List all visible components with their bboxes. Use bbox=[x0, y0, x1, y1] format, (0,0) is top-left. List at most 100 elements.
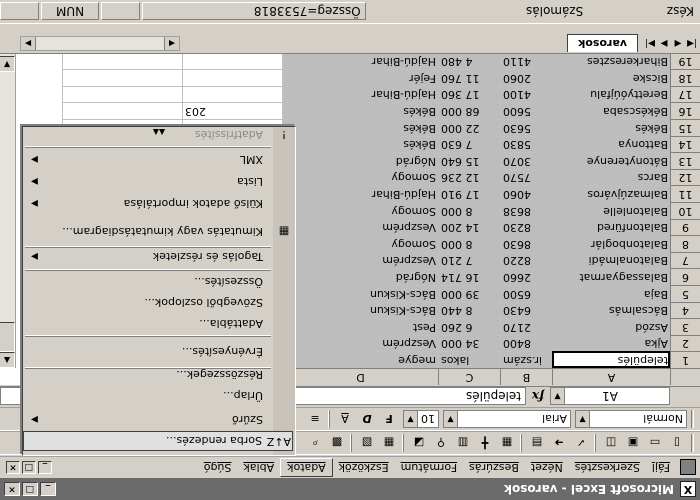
row-header[interactable]: 11 bbox=[670, 185, 700, 202]
workbook-minimize-button[interactable]: _ bbox=[38, 461, 52, 474]
next-sheet-icon[interactable]: ▶ bbox=[658, 37, 670, 51]
cell-a[interactable]: Battonya bbox=[552, 135, 670, 153]
scroll-right-icon[interactable]: ▶ bbox=[21, 37, 36, 50]
menu-item-0[interactable]: Sorba rendezés... bbox=[23, 431, 293, 451]
cell-d[interactable]: Fejér bbox=[282, 69, 438, 86]
chevron-down-icon[interactable]: ▼ bbox=[576, 411, 590, 427]
cell-a[interactable]: Ajka bbox=[552, 334, 670, 352]
row-header[interactable]: 3 bbox=[670, 318, 700, 335]
cell-d[interactable]: Nógrád bbox=[282, 268, 438, 285]
cell-c[interactable]: 34 000 bbox=[438, 334, 500, 352]
menu-item-12[interactable]: XML ▶ bbox=[23, 149, 273, 169]
cell-a[interactable]: Békéscsaba bbox=[552, 102, 670, 119]
row-header[interactable]: 14 bbox=[670, 135, 700, 153]
menu-tools[interactable]: Eszközök bbox=[333, 459, 395, 476]
minimize-button[interactable]: _ bbox=[40, 482, 56, 496]
cell-b[interactable]: 2060 bbox=[500, 69, 552, 86]
cell-d[interactable]: Bács-Kiskun bbox=[282, 301, 438, 319]
row-header[interactable]: 18 bbox=[670, 69, 700, 86]
cell-c[interactable]: 15 640 bbox=[438, 152, 500, 169]
cell-e[interactable] bbox=[182, 69, 282, 86]
row-header[interactable]: 2 bbox=[670, 334, 700, 352]
cell-c[interactable]: 22 000 bbox=[438, 119, 500, 136]
cell-c[interactable]: 12 236 bbox=[438, 168, 500, 186]
cell-a[interactable]: Bicske bbox=[552, 69, 670, 86]
italic-button[interactable]: D bbox=[357, 410, 377, 429]
column-header-c[interactable]: C bbox=[438, 368, 500, 385]
row-header[interactable]: 7 bbox=[670, 251, 700, 269]
cell-d[interactable]: Nógrád bbox=[282, 152, 438, 169]
cell-a[interactable]: Balatonlelle bbox=[552, 202, 670, 219]
cell-c[interactable]: 16 714 bbox=[438, 268, 500, 285]
menu-window[interactable]: Ablak bbox=[237, 459, 280, 476]
menu-item-2[interactable]: Űrlap... bbox=[23, 385, 273, 405]
chevron-down-icon[interactable]: ▼ bbox=[551, 388, 565, 405]
permission-icon[interactable]: ◫ bbox=[601, 434, 621, 453]
cell-b[interactable]: ir.szám bbox=[500, 351, 552, 368]
cell-b[interactable]: 5630 bbox=[500, 119, 552, 136]
first-sheet-icon[interactable]: |◀ bbox=[686, 37, 698, 51]
menu-item-9[interactable]: Kimutatás vagy kimutatásdiagram... bbox=[23, 221, 273, 241]
cell-b[interactable]: 8230 bbox=[500, 218, 552, 236]
cell-a[interactable]: Balmazújváros bbox=[552, 185, 670, 202]
row-header[interactable]: 4 bbox=[670, 301, 700, 319]
cell-b[interactable]: 2170 bbox=[500, 318, 552, 335]
cell-b[interactable]: 2660 bbox=[500, 268, 552, 285]
chevron-down-icon[interactable]: ▼ bbox=[404, 411, 418, 427]
horizontal-scrollbar[interactable]: ◀ ▶ bbox=[20, 36, 180, 51]
cell-a[interactable]: Aszód bbox=[552, 318, 670, 335]
font-combo[interactable]: Arial ▼ bbox=[443, 410, 571, 428]
row-header[interactable]: 17 bbox=[670, 85, 700, 103]
cell-d[interactable]: Veszprém bbox=[282, 218, 438, 236]
cell-c[interactable]: 8 000 bbox=[438, 235, 500, 252]
menu-item-6[interactable]: Szövegből oszlopok... bbox=[23, 292, 273, 312]
menu-item-11[interactable]: Lista ▶ bbox=[23, 171, 273, 191]
cell-d[interactable]: Hajdú-Bihar bbox=[282, 85, 438, 103]
cell-a[interactable]: település bbox=[552, 351, 670, 368]
cell-f[interactable] bbox=[62, 102, 182, 119]
row-header[interactable]: 8 bbox=[670, 235, 700, 252]
maximize-button[interactable]: □ bbox=[22, 482, 38, 496]
cell-e[interactable]: 203 bbox=[182, 102, 282, 119]
menu-insert[interactable]: Beszúrás bbox=[463, 459, 525, 476]
menu-data[interactable]: Adatok bbox=[280, 458, 333, 477]
cell-d[interactable]: Hajdú-Bihar bbox=[282, 185, 438, 202]
menu-format[interactable]: Formátum bbox=[395, 459, 463, 476]
vertical-scrollbar[interactable]: ▲ ▼ bbox=[0, 54, 16, 368]
cell-e[interactable] bbox=[182, 52, 282, 70]
cell-f[interactable] bbox=[62, 69, 182, 86]
research-icon[interactable]: ➜ bbox=[549, 434, 569, 453]
cell-b[interactable]: 4100 bbox=[500, 85, 552, 103]
pivot-icon[interactable]: ▧ bbox=[357, 434, 377, 453]
cell-a[interactable]: Bácsalmás bbox=[552, 301, 670, 319]
cell-f[interactable] bbox=[62, 85, 182, 103]
cell-a[interactable]: Barcs bbox=[552, 168, 670, 186]
cell-b[interactable]: 4060 bbox=[500, 185, 552, 202]
cell-a[interactable]: Balatonalmádi bbox=[552, 251, 670, 269]
cell-a[interactable]: Balatonboglár bbox=[552, 235, 670, 252]
cell-d[interactable]: Somogy bbox=[282, 235, 438, 252]
cell-c[interactable]: lakos bbox=[438, 351, 500, 368]
new-document-icon[interactable]: ▯ bbox=[667, 434, 687, 453]
cell-b[interactable]: 5830 bbox=[500, 135, 552, 153]
cell-b[interactable]: 8220 bbox=[500, 251, 552, 269]
copy-format-icon[interactable]: ▤ bbox=[527, 434, 547, 453]
cell-a[interactable]: Balatonfüred bbox=[552, 218, 670, 236]
row-header[interactable]: 15 bbox=[670, 119, 700, 136]
cell-b[interactable]: 5600 bbox=[500, 102, 552, 119]
zoom-icon[interactable]: ⌕ bbox=[305, 434, 325, 453]
cell-b[interactable]: 4110 bbox=[500, 52, 552, 70]
borders-icon[interactable]: ▦ bbox=[497, 434, 517, 453]
cell-d[interactable]: Békés bbox=[282, 102, 438, 119]
cell-b[interactable]: 8400 bbox=[500, 334, 552, 352]
link-icon[interactable]: ⚲ bbox=[431, 434, 451, 453]
last-sheet-icon[interactable]: ▶| bbox=[644, 37, 656, 51]
row-header[interactable]: 5 bbox=[670, 285, 700, 302]
cell-f[interactable] bbox=[62, 52, 182, 70]
save-icon[interactable]: ▣ bbox=[623, 434, 643, 453]
cell-b[interactable]: 6500 bbox=[500, 285, 552, 302]
menu-item-4[interactable]: Érvényesítés... bbox=[23, 341, 273, 361]
underline-button[interactable]: A bbox=[335, 410, 355, 429]
column-header-d[interactable]: D bbox=[282, 368, 438, 385]
workbook-close-button[interactable]: × bbox=[6, 461, 20, 474]
